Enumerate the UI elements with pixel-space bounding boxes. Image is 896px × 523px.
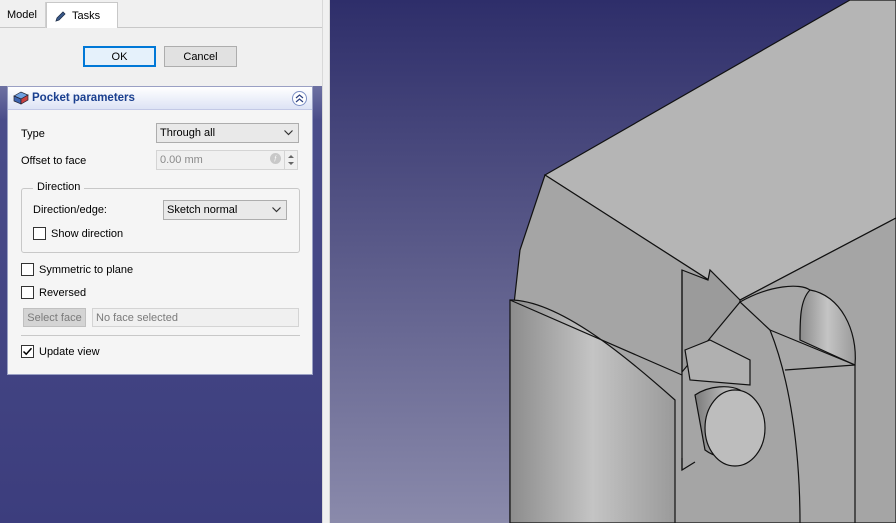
show-direction-label: Show direction [51,228,124,240]
task-panel: Model Tasks OK Cancel Pocket parameters … [0,0,322,523]
3d-viewport[interactable] [330,0,896,523]
direction-edge-label: Direction/edge: [33,204,107,216]
update-view-label: Update view [39,346,100,358]
pocket-parameters-panel: Pocket parameters Type Through all Offse… [7,86,313,375]
offset-input[interactable]: 0.00 mm ƒ [156,150,298,170]
separator [21,335,300,336]
expression-icon[interactable]: ƒ [270,153,281,164]
panel-title: Pocket parameters [32,92,135,104]
tab-bar: Model Tasks [0,0,322,29]
cancel-button[interactable]: Cancel [164,46,237,67]
panel-header[interactable]: Pocket parameters [8,87,312,110]
update-view-checkbox[interactable] [21,345,34,358]
tab-tasks[interactable]: Tasks [46,2,118,29]
type-value: Through all [160,127,216,139]
dialog-buttons: OK Cancel [0,28,322,86]
collapse-icon[interactable] [292,91,307,106]
face-value: No face selected [96,311,178,324]
direction-edge-value: Sketch normal [167,204,238,216]
chevron-down-icon [272,207,281,213]
spin-icon[interactable] [284,151,297,169]
type-label: Type [21,128,45,140]
panel-splitter[interactable] [322,0,330,523]
chevron-down-icon [284,130,293,136]
pencil-icon [55,10,66,22]
direction-title: Direction [33,181,85,193]
offset-value: 0.00 mm [160,154,203,166]
offset-label: Offset to face [21,155,87,167]
tab-model[interactable]: Model [0,2,46,28]
reversed-label: Reversed [39,287,87,299]
checkmark-icon [22,347,33,356]
symmetric-label: Symmetric to plane [39,264,134,276]
select-face-button[interactable]: Select face [23,308,86,327]
show-direction-checkbox[interactable] [33,227,46,240]
face-input[interactable]: No face selected [92,308,299,327]
reversed-checkbox[interactable] [21,286,34,299]
pocket-feature-icon [13,91,29,105]
symmetric-checkbox[interactable] [21,263,34,276]
ok-button[interactable]: OK [83,46,156,67]
type-select[interactable]: Through all [156,123,299,143]
tab-tasks-label: Tasks [72,10,101,22]
tab-model-label: Model [7,9,37,21]
direction-group [21,188,300,253]
direction-edge-select[interactable]: Sketch normal [163,200,287,220]
